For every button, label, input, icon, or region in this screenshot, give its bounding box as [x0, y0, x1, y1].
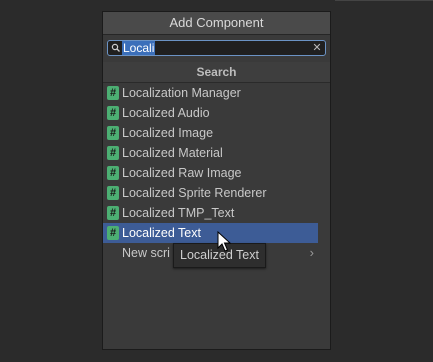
list-item-localized-tmp-text[interactable]: # Localized TMP_Text	[103, 203, 330, 223]
search-row: Locali ✕	[103, 35, 330, 56]
list-item-localized-image[interactable]: # Localized Image	[103, 123, 330, 143]
clear-search-icon[interactable]: ✕	[312, 42, 322, 54]
list-item-localized-text[interactable]: # Localized Text	[103, 223, 318, 243]
list-item-localization-manager[interactable]: # Localization Manager	[103, 83, 330, 103]
script-hash-icon: #	[107, 226, 119, 240]
list-item-label: Localized Image	[122, 126, 214, 140]
list-item-localized-material[interactable]: # Localized Material	[103, 143, 330, 163]
list-item-label: Localized TMP_Text	[122, 206, 235, 220]
list-item-localized-raw-image[interactable]: # Localized Raw Image	[103, 163, 330, 183]
list-item-localized-audio[interactable]: # Localized Audio	[103, 103, 330, 123]
script-hash-icon: #	[107, 166, 119, 180]
search-icon	[111, 43, 120, 52]
list-item-localized-sprite-renderer[interactable]: # Localized Sprite Renderer	[103, 183, 330, 203]
chevron-right-icon: ›	[309, 245, 314, 260]
list-item-label: Localized Text	[122, 226, 201, 240]
add-component-popup: Add Component Locali ✕ Search # Localiza…	[102, 11, 331, 350]
script-hash-icon: #	[107, 146, 119, 160]
search-input-value: Locali	[122, 41, 156, 55]
section-title: Search	[103, 62, 330, 83]
list-item-label: Localized Sprite Renderer	[122, 186, 267, 200]
script-hash-icon: #	[107, 186, 119, 200]
editor-background: Add Component Locali ✕ Search # Localiza…	[0, 0, 433, 362]
script-hash-icon: #	[107, 86, 119, 100]
list-item-label: Localized Audio	[122, 106, 210, 120]
list-item-label: Localization Manager	[122, 86, 241, 100]
script-hash-icon: #	[107, 106, 119, 120]
script-hash-icon: #	[107, 126, 119, 140]
mouse-cursor-icon	[217, 231, 231, 252]
top-divider	[335, 0, 433, 1]
list-item-label: Localized Raw Image	[122, 166, 242, 180]
script-hash-icon: #	[107, 206, 119, 220]
popup-title: Add Component	[103, 12, 330, 35]
new-script-label: New scri	[122, 246, 170, 260]
search-input[interactable]: Locali ✕	[107, 40, 326, 56]
list-item-label: Localized Material	[122, 146, 223, 160]
